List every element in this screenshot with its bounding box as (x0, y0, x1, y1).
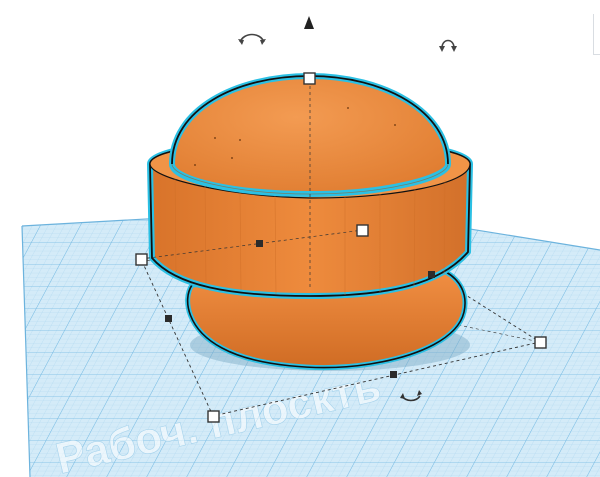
3d-viewport[interactable]: Рабоч. плоскть (0, 0, 600, 477)
workplane-scene[interactable]: Рабоч. плоскть (0, 0, 600, 477)
up-arrow-icon[interactable] (304, 16, 314, 29)
top-height-handle[interactable] (303, 72, 316, 85)
side-panel-edge (593, 14, 600, 55)
edge-handle-front-left[interactable] (165, 315, 172, 322)
edge-handle-front-right[interactable] (390, 371, 397, 378)
corner-handle-back[interactable] (356, 224, 369, 237)
corner-handle-left[interactable] (135, 253, 148, 266)
edge-handle-back-left[interactable] (256, 240, 263, 247)
corner-handle-front[interactable] (207, 410, 220, 423)
corner-handle-right[interactable] (534, 336, 547, 349)
edge-handle-back-right[interactable] (428, 271, 435, 278)
rotate-arc-icon[interactable] (238, 33, 266, 46)
rotate-arc-icon-right[interactable] (439, 39, 457, 53)
